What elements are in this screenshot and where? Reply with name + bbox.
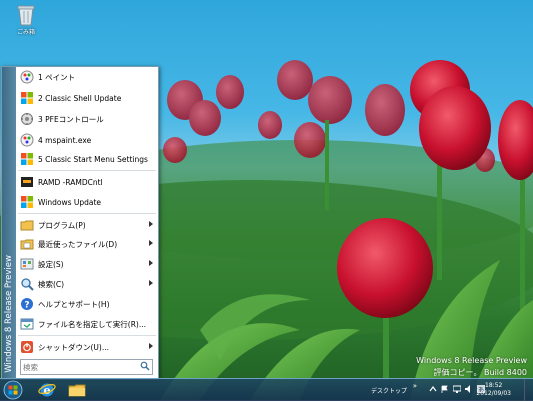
menu-item-shutdown[interactable]: シャットダウン(U)... <box>16 338 158 356</box>
programs-icon <box>20 218 34 232</box>
shutdown-icon <box>20 340 34 354</box>
recycle-bin-icon <box>17 5 35 26</box>
classic-shell-icon <box>20 91 34 105</box>
menu-item-help-and-support[interactable]: ? ヘルプとサポート(H) <box>16 295 158 313</box>
start-button[interactable] <box>2 380 24 400</box>
toolbar-expand-icon[interactable]: » <box>413 382 417 390</box>
submenu-arrow-icon <box>149 260 153 266</box>
clock-date: 2012/09/03 <box>476 390 511 397</box>
windows-update-icon <box>20 195 34 209</box>
paint-icon <box>20 70 34 84</box>
submenu-arrow-icon <box>149 240 153 246</box>
submenu-arrow-icon <box>149 221 153 227</box>
watermark-line2: 評価コピー。 Build 8400 <box>433 368 527 377</box>
settings-icon <box>20 257 34 271</box>
recent-documents-icon <box>20 237 34 251</box>
separator <box>18 170 156 171</box>
banner-text: Windows 8 Release Preview <box>4 255 14 373</box>
tray-expand-icon[interactable] <box>429 385 437 393</box>
recycle-bin-shortcut[interactable]: ごみ箱 <box>10 4 42 36</box>
taskbar-internet-explorer[interactable]: e <box>38 381 56 399</box>
taskbar-file-explorer[interactable] <box>68 381 86 399</box>
windows-orb-icon <box>3 380 23 400</box>
menu-item-recent-documents[interactable]: 最近使ったファイル(D) <box>16 235 158 253</box>
menu-item-classic-start-menu-settings[interactable]: 5 Classic Start Menu Settings <box>16 150 158 168</box>
help-icon: ? <box>20 297 34 311</box>
menu-item-ramd[interactable]: RAMD -RAMDCntl <box>16 173 158 191</box>
menu-item-paint[interactable]: 1 ペイント <box>16 68 158 86</box>
menu-item-settings[interactable]: 設定(S) <box>16 255 158 273</box>
submenu-arrow-icon <box>149 280 153 286</box>
clock[interactable]: 18:52 2012/09/03 <box>476 382 511 398</box>
menu-item-search[interactable]: 検索(C) <box>16 275 158 293</box>
folder-icon <box>68 384 86 397</box>
svg-text:?: ? <box>24 301 29 311</box>
taskbar: e デスクトップ » あ 18:52 2012/09/03 <box>0 378 533 401</box>
start-menu-search-box <box>20 359 153 375</box>
clock-time: 18:52 <box>485 382 503 389</box>
start-menu: Windows 8 Release Preview 1 ペイント 2 Class… <box>1 66 159 380</box>
menu-item-run[interactable]: ファイル名を指定して実行(R)... <box>16 315 158 333</box>
search-icon <box>20 277 34 291</box>
menu-item-classic-shell-update[interactable]: 2 Classic Shell Update <box>16 89 158 107</box>
action-center-flag-icon[interactable] <box>441 385 449 393</box>
recycle-bin-label: ごみ箱 <box>16 29 35 36</box>
menu-item-windows-update[interactable]: Windows Update <box>16 193 158 211</box>
separator <box>18 335 156 336</box>
system-tray: デスクトップ » あ 18:52 2012/09/03 <box>333 379 533 401</box>
pfe-control-icon <box>20 112 34 126</box>
classic-shell-icon <box>20 152 34 166</box>
network-icon[interactable] <box>452 385 462 393</box>
search-icon[interactable] <box>140 361 150 373</box>
show-desktop-button[interactable] <box>524 379 533 401</box>
ramdisk-icon <box>20 175 34 189</box>
submenu-arrow-icon <box>149 343 153 349</box>
separator <box>18 213 156 214</box>
watermark-line1: Windows 8 Release Preview <box>416 356 527 365</box>
paint-icon <box>20 133 34 147</box>
menu-item-mspaint[interactable]: 4 mspaint.exe <box>16 131 158 149</box>
internet-explorer-icon: e <box>38 383 56 397</box>
start-menu-banner: Windows 8 Release Preview <box>2 67 16 379</box>
search-input[interactable] <box>21 361 145 373</box>
run-icon <box>20 317 34 331</box>
volume-icon[interactable] <box>465 385 473 393</box>
menu-item-pfe-control[interactable]: 3 PFEコントロール <box>16 110 158 128</box>
menu-item-programs[interactable]: プログラム(P) <box>16 216 158 234</box>
desktop-toolbar-label[interactable]: デスクトップ <box>371 386 407 395</box>
start-menu-body: 1 ペイント 2 Classic Shell Update 3 PFEコントロー… <box>16 67 158 379</box>
